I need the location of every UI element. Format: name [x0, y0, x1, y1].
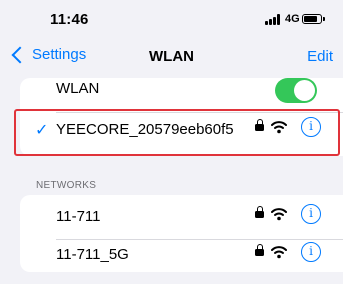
list-item[interactable]: 11-711_5G i	[20, 240, 343, 284]
status-bar: 11:46 4G	[0, 0, 343, 34]
networks-list: 11-711 i 11-711_5G i	[20, 195, 343, 272]
wlan-group: WLAN ✓ YEECORE_20579eeb60f5 i	[20, 78, 343, 156]
wlan-toggle[interactable]	[275, 78, 317, 103]
lock-icon	[255, 211, 264, 218]
connected-network-name: YEECORE_20579eeb60f5	[56, 121, 234, 138]
toggle-knob	[294, 80, 315, 101]
edit-button[interactable]: Edit	[307, 48, 333, 65]
lock-icon	[255, 124, 264, 131]
wlan-toggle-label: WLAN	[56, 80, 100, 97]
list-item[interactable]: 11-711 i	[20, 195, 343, 239]
network-type-label: 4G	[285, 13, 300, 25]
chevron-left-icon	[11, 46, 29, 63]
back-button-label: Settings	[32, 46, 87, 63]
status-time: 11:46	[50, 11, 89, 28]
networks-section-header: NETWORKS	[36, 180, 97, 191]
wifi-icon	[271, 208, 287, 221]
checkmark-icon: ✓	[35, 120, 49, 139]
connected-network-row[interactable]: ✓ YEECORE_20579eeb60f5 i	[20, 111, 343, 155]
back-button[interactable]: Settings	[6, 46, 86, 63]
wlan-toggle-row: WLAN	[20, 68, 343, 112]
info-button[interactable]: i	[301, 204, 321, 224]
network-name: 11-711	[56, 208, 101, 225]
cellular-signal-icon	[265, 14, 282, 25]
network-name: 11-711_5G	[56, 246, 129, 263]
lock-icon	[255, 249, 264, 256]
wifi-icon	[271, 121, 287, 134]
info-button[interactable]: i	[301, 242, 321, 262]
battery-icon	[302, 14, 322, 24]
battery-tip	[323, 17, 325, 21]
wifi-icon	[271, 246, 287, 259]
info-button[interactable]: i	[301, 117, 321, 137]
